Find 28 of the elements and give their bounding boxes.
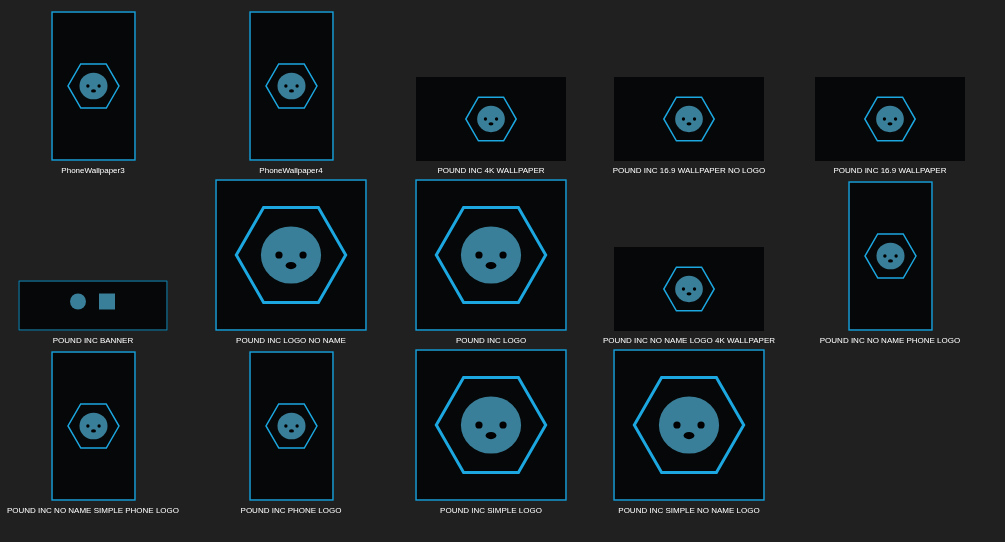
- file-name[interactable]: PhoneWallpaper3: [61, 165, 125, 176]
- file-name[interactable]: POUND INC NO NAME SIMPLE PHONE LOGO: [7, 505, 179, 516]
- file-name[interactable]: POUND INC LOGO: [455, 335, 527, 346]
- image-thumbnail[interactable]: [50, 351, 136, 501]
- file-name[interactable]: PhoneWallpaper4: [259, 165, 323, 176]
- file-name[interactable]: POUND INC SIMPLE LOGO: [440, 505, 542, 516]
- image-thumbnail[interactable]: [248, 11, 334, 161]
- image-thumbnail[interactable]: [18, 280, 168, 331]
- image-thumbnail[interactable]: [50, 11, 136, 161]
- file-name[interactable]: POUND INC SIMPLE NO NAME LOGO: [618, 505, 760, 516]
- file-name[interactable]: POUND INC 16.9 WALLPAPER: [833, 165, 947, 176]
- file-name[interactable]: POUND INC 4K WALLPAPER: [437, 165, 545, 176]
- image-thumbnail[interactable]: [415, 349, 567, 501]
- file-name[interactable]: POUND INC BANNER: [52, 335, 134, 346]
- image-thumbnail[interactable]: [614, 77, 764, 161]
- image-thumbnail[interactable]: [847, 181, 933, 331]
- image-thumbnail[interactable]: [614, 247, 764, 331]
- image-thumbnail[interactable]: [815, 77, 965, 161]
- file-name[interactable]: POUND INC PHONE LOGO: [240, 505, 342, 516]
- image-thumbnail[interactable]: [416, 77, 566, 161]
- image-thumbnail[interactable]: [415, 179, 567, 331]
- file-name[interactable]: POUND INC NO NAME PHONE LOGO: [819, 335, 961, 346]
- file-name[interactable]: POUND INC NO NAME LOGO 4K WALLPAPER: [602, 335, 775, 346]
- file-name[interactable]: POUND INC LOGO NO NAME: [236, 335, 346, 346]
- image-thumbnail[interactable]: [613, 349, 765, 501]
- image-thumbnail[interactable]: [248, 351, 334, 501]
- file-name[interactable]: POUND INC 16.9 WALLPAPER NO LOGO: [612, 165, 766, 176]
- image-thumbnail[interactable]: [215, 179, 367, 331]
